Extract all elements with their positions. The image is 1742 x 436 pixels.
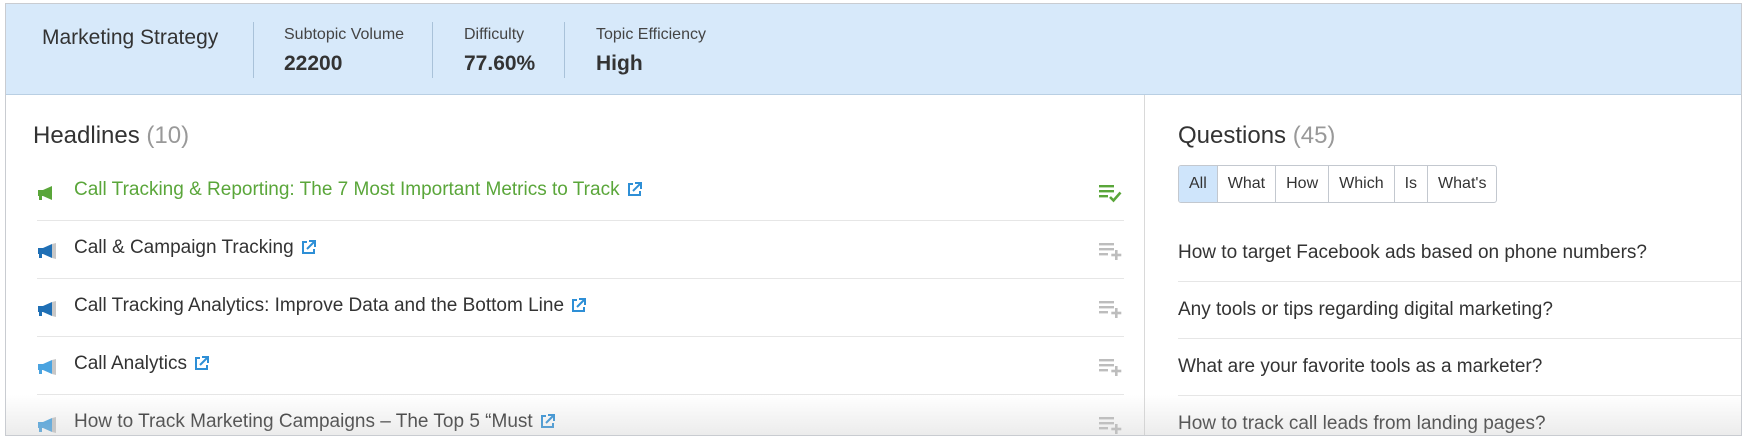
headline-link[interactable]: How to Track Marketing Campaigns – The T…	[74, 411, 555, 433]
headline-link[interactable]: Call Tracking & Reporting: The 7 Most Im…	[74, 179, 642, 201]
headline-link[interactable]: Call & Campaign Tracking	[74, 237, 316, 259]
metric-topic-efficiency: Topic Efficiency High	[596, 26, 706, 76]
filter-how[interactable]: How	[1275, 166, 1328, 202]
metric-subtopic-volume: Subtopic Volume 22200	[284, 26, 404, 76]
headlines-title: Headlines	[33, 122, 140, 149]
headline-row: Call Analytics	[37, 337, 1124, 395]
headline-row: How to Track Marketing Campaigns – The T…	[37, 395, 1124, 435]
questions-count: (45)	[1292, 122, 1336, 149]
headline-link[interactable]: Call Tracking Analytics: Improve Data an…	[74, 295, 587, 317]
question-row[interactable]: What are your favorite tools as a market…	[1178, 339, 1741, 396]
metric-label: Difficulty	[464, 26, 525, 43]
external-link-icon[interactable]	[540, 414, 555, 429]
questions-title: Questions	[1178, 122, 1287, 149]
headlines-panel: Headlines (10) Call Tracking & Reporting…	[6, 95, 1144, 435]
divider	[432, 22, 433, 78]
megaphone-blue-icon	[38, 243, 56, 259]
headline-text: Call Tracking Analytics: Improve Data an…	[74, 295, 565, 316]
question-text: How to track call leads from landing pag…	[1178, 413, 1546, 434]
topic-card: Marketing Strategy Subtopic Volume 22200…	[5, 3, 1742, 436]
headlines-count: (10)	[146, 122, 190, 149]
external-link-icon[interactable]	[301, 240, 316, 255]
headline-row: Call & Campaign Tracking	[37, 221, 1124, 279]
headline-text: Call & Campaign Tracking	[74, 237, 294, 258]
metric-label: Topic Efficiency	[596, 26, 706, 43]
external-link-icon[interactable]	[571, 298, 587, 313]
metric-label: Subtopic Volume	[284, 26, 405, 43]
headline-text: How to Track Marketing Campaigns – The T…	[74, 411, 533, 432]
filter-whats[interactable]: What's	[1427, 166, 1496, 202]
question-row[interactable]: How to track call leads from landing pag…	[1178, 396, 1741, 435]
metric-value: High	[596, 52, 643, 75]
headline-row: Call Tracking & Reporting: The 7 Most Im…	[37, 163, 1124, 221]
filter-is[interactable]: Is	[1393, 166, 1427, 202]
question-text: Any tools or tips regarding digital mark…	[1178, 299, 1553, 320]
metric-value: 22200	[284, 52, 343, 75]
headline-row: Call Tracking Analytics: Improve Data an…	[37, 279, 1124, 337]
metric-value: 77.60%	[464, 52, 536, 75]
headline-text: Call Tracking & Reporting: The 7 Most Im…	[74, 179, 620, 200]
headlines-heading: Headlines (10)	[33, 122, 189, 150]
megaphone-lightblue-icon	[38, 359, 56, 375]
megaphone-lightblue-icon	[38, 417, 56, 433]
metric-difficulty: Difficulty 77.60%	[464, 26, 535, 76]
question-text: How to target Facebook ads based on phon…	[1178, 242, 1647, 263]
question-row[interactable]: How to target Facebook ads based on phon…	[1178, 225, 1741, 282]
question-text: What are your favorite tools as a market…	[1178, 356, 1543, 377]
megaphone-blue-icon	[38, 301, 56, 317]
headline-link[interactable]: Call Analytics	[74, 353, 209, 375]
divider	[564, 22, 565, 78]
megaphone-green-icon	[38, 186, 52, 200]
questions-panel: Questions (45) All What How Which Is Wha…	[1145, 95, 1741, 435]
add-to-list-icon[interactable]	[1098, 357, 1124, 377]
add-to-list-icon[interactable]	[1098, 241, 1124, 261]
divider	[253, 22, 254, 78]
questions-heading: Questions (45)	[1178, 122, 1335, 150]
filter-what[interactable]: What	[1216, 166, 1275, 202]
added-to-list-check-icon[interactable]	[1098, 183, 1124, 203]
external-link-icon[interactable]	[194, 356, 209, 371]
external-link-icon[interactable]	[627, 182, 642, 197]
question-row[interactable]: Any tools or tips regarding digital mark…	[1178, 282, 1741, 339]
question-filter-group: All What How Which Is What's	[1178, 165, 1498, 203]
headline-text: Call Analytics	[74, 353, 187, 374]
topic-title: Marketing Strategy	[42, 26, 219, 49]
add-to-list-icon[interactable]	[1098, 415, 1124, 435]
filter-which[interactable]: Which	[1328, 166, 1393, 202]
topic-header: Marketing Strategy Subtopic Volume 22200…	[6, 4, 1741, 95]
add-to-list-icon[interactable]	[1098, 299, 1124, 319]
filter-all[interactable]: All	[1179, 166, 1217, 202]
